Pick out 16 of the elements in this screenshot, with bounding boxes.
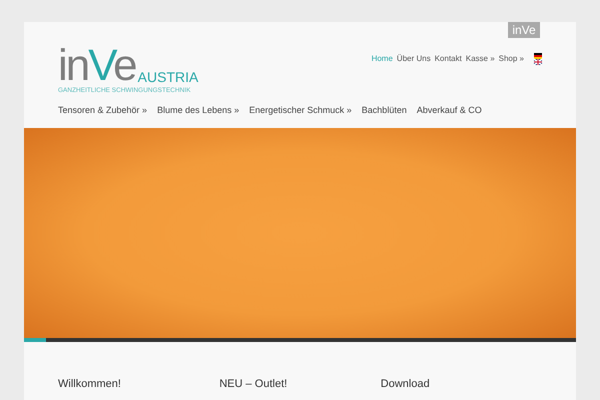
column-heading: Willkommen! <box>58 377 122 392</box>
nav-link[interactable]: Über Uns <box>396 53 431 65</box>
menu-item[interactable]: Blume des Lebens » <box>157 104 240 118</box>
language-flags-icon[interactable] <box>534 53 542 65</box>
menu-item[interactable]: Bachblüten <box>362 104 407 118</box>
nav-link[interactable]: Kontakt <box>434 53 462 65</box>
column-heading: NEU – Outlet! <box>219 377 288 392</box>
brand-badge: inVe <box>508 22 540 38</box>
nav-link[interactable]: Shop » <box>498 53 524 65</box>
menu-item[interactable]: Abverkauf & CO <box>416 104 482 118</box>
nav-link[interactable]: Kasse » <box>466 53 495 65</box>
menu-item[interactable]: Tensoren & Zubehör » <box>58 104 148 118</box>
logo-country: AUSTRIA <box>138 70 198 84</box>
column-heading: Download <box>380 377 431 392</box>
logo-wordmark[interactable]: inVe <box>58 46 136 86</box>
menu-item[interactable]: Energetischer Schmuck » <box>249 104 352 118</box>
